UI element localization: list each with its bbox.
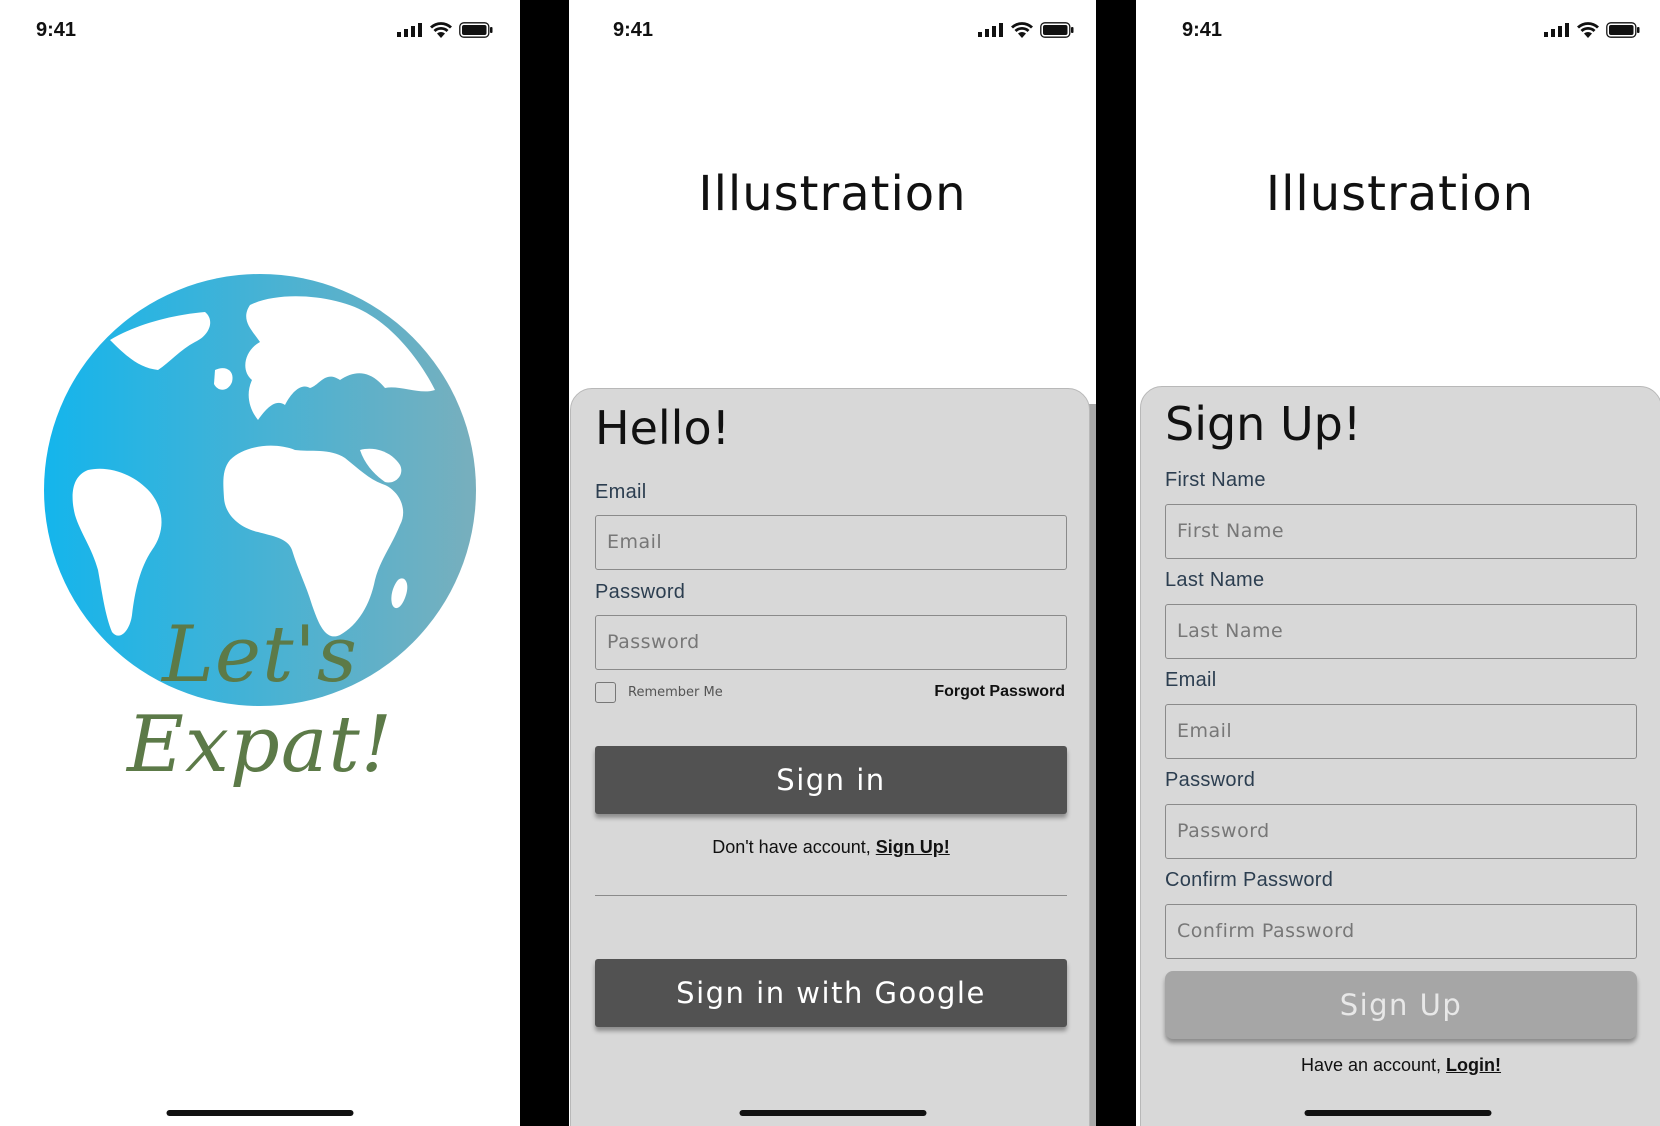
battery-icon bbox=[1040, 22, 1074, 38]
email-label: Email bbox=[1165, 669, 1217, 691]
home-indicator[interactable] bbox=[1304, 1110, 1492, 1116]
login-link[interactable]: Login! bbox=[1446, 1055, 1501, 1075]
password-label: Password bbox=[595, 581, 686, 603]
wifi-icon bbox=[430, 22, 452, 38]
wifi-icon bbox=[1577, 22, 1599, 38]
home-indicator[interactable] bbox=[739, 1110, 926, 1116]
divider bbox=[595, 895, 1067, 896]
no-account-text: Don't have account, bbox=[712, 837, 876, 857]
signin-heading: Hello! bbox=[595, 401, 731, 455]
splash-screen: 9:41 Let's Expat! bbox=[0, 0, 520, 1126]
illustration-placeholder: Illustration bbox=[698, 166, 967, 222]
remember-me-label: Remember Me bbox=[628, 685, 723, 700]
signup-heading: Sign Up! bbox=[1165, 397, 1362, 451]
password-label: Password bbox=[1165, 769, 1256, 791]
forgot-password-link[interactable]: Forgot Password bbox=[934, 683, 1065, 701]
signin-card: Hello! Email Email Password Password Rem… bbox=[570, 388, 1090, 1126]
status-bar: 9:41 bbox=[0, 0, 520, 64]
status-time: 9:41 bbox=[36, 19, 77, 41]
status-time: 9:41 bbox=[613, 19, 654, 41]
battery-icon bbox=[459, 22, 493, 38]
signal-icon bbox=[1544, 23, 1569, 37]
confirm-password-field[interactable]: Confirm Password bbox=[1165, 904, 1637, 959]
signup-link[interactable]: Sign Up! bbox=[876, 837, 950, 857]
last-name-field[interactable]: Last Name bbox=[1165, 604, 1637, 659]
confirm-password-label: Confirm Password bbox=[1165, 869, 1334, 891]
signin-screen: 9:41 Illustration Hello! Email Email Pas… bbox=[569, 0, 1096, 1126]
status-time: 9:41 bbox=[1182, 19, 1223, 41]
last-name-label: Last Name bbox=[1165, 569, 1265, 591]
wifi-icon bbox=[1011, 22, 1033, 38]
status-bar: 9:41 bbox=[569, 0, 1096, 64]
have-account-text: Have an account, bbox=[1300, 1055, 1447, 1075]
signup-screen: 9:41 Illustration Sign Up! First Name Fi… bbox=[1136, 0, 1660, 1126]
app-logo: Let's Expat! bbox=[40, 270, 480, 790]
password-field[interactable]: Password bbox=[595, 615, 1067, 670]
email-label: Email bbox=[595, 481, 647, 503]
login-prompt: Have an account, Login! bbox=[1141, 1055, 1660, 1076]
password-field[interactable]: Password bbox=[1165, 804, 1637, 859]
illustration-placeholder: Illustration bbox=[1265, 166, 1535, 222]
google-signin-button[interactable]: Sign in with Google bbox=[595, 959, 1067, 1027]
first-name-field[interactable]: First Name bbox=[1165, 504, 1637, 559]
signin-button[interactable]: Sign in bbox=[595, 746, 1067, 814]
email-field[interactable]: Email bbox=[595, 515, 1067, 570]
email-field[interactable]: Email bbox=[1165, 704, 1637, 759]
signal-icon bbox=[397, 23, 422, 37]
first-name-label: First Name bbox=[1165, 469, 1266, 491]
signup-button[interactable]: Sign Up bbox=[1165, 971, 1637, 1039]
remember-me-checkbox[interactable] bbox=[595, 682, 616, 703]
signal-icon bbox=[978, 23, 1003, 37]
signup-card: Sign Up! First Name First Name Last Name… bbox=[1140, 386, 1660, 1126]
logo-text: Let's Expat! bbox=[126, 610, 394, 790]
status-bar: 9:41 bbox=[1136, 0, 1660, 64]
signup-prompt: Don't have account, Sign Up! bbox=[571, 837, 1091, 858]
home-indicator[interactable] bbox=[166, 1110, 354, 1116]
battery-icon bbox=[1606, 22, 1640, 38]
